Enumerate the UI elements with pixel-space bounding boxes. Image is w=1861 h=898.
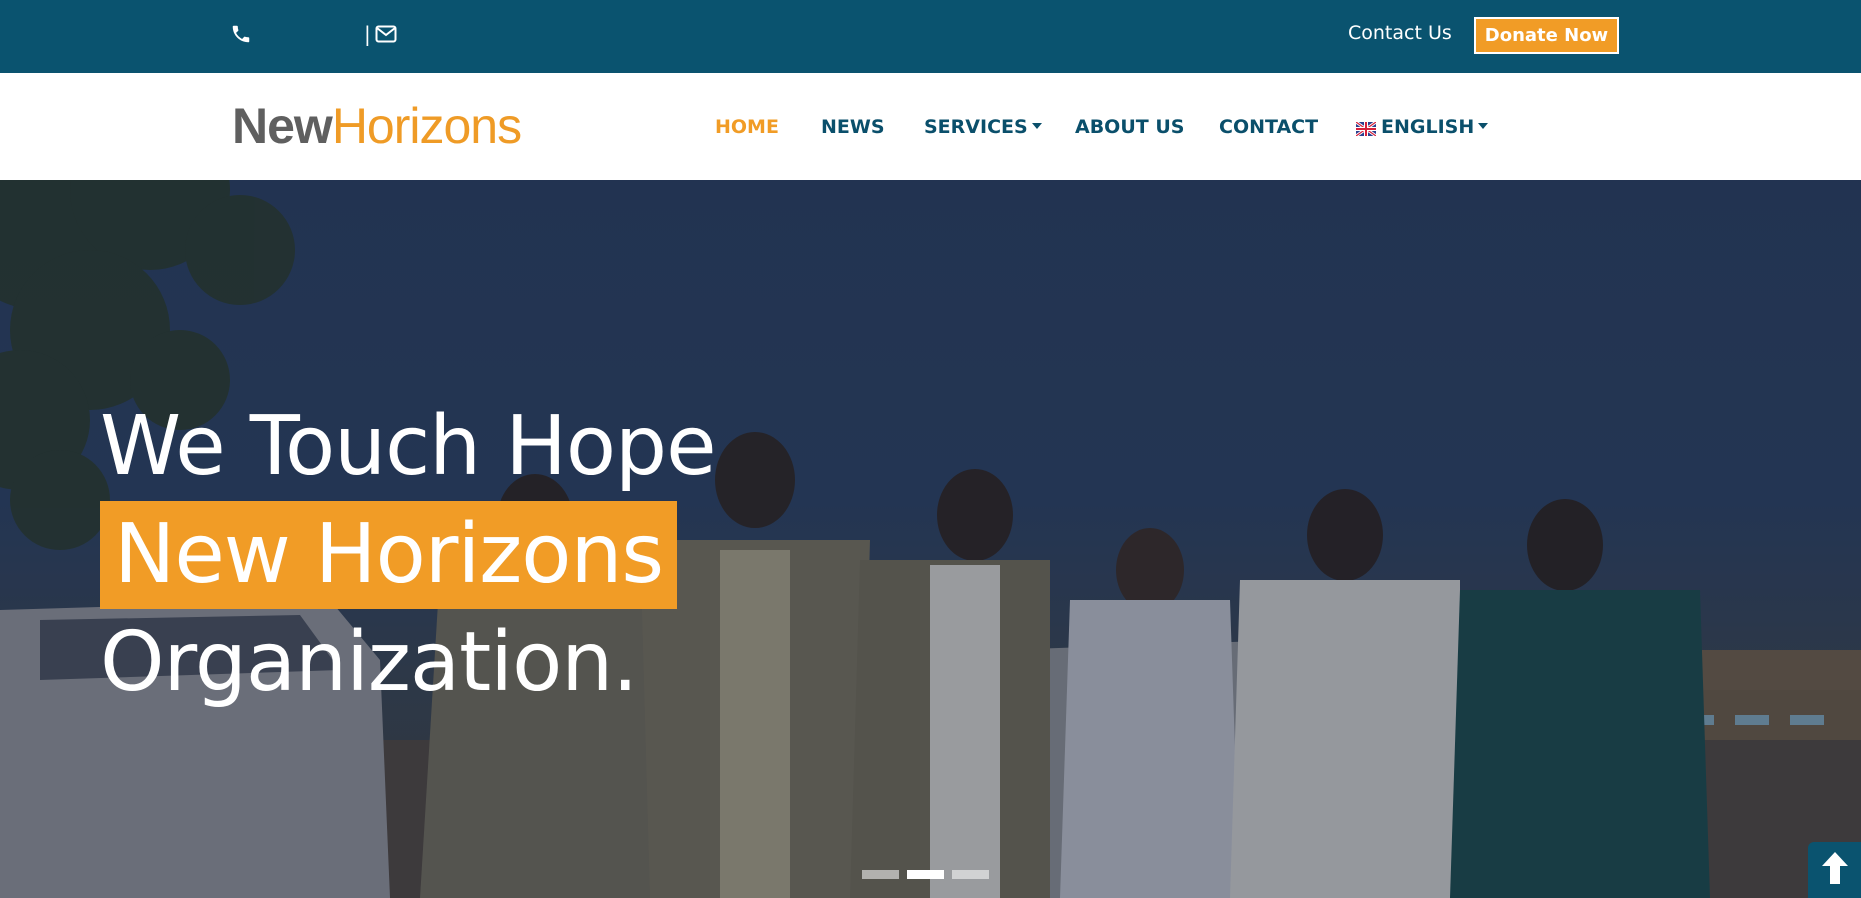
nav-menu: HOME NEWS SERVICES ABOUT US CONTACT ENGL… [0,73,1861,180]
nav-item-language[interactable]: ENGLISH [1355,116,1489,138]
contact-info: | [230,20,397,48]
nav-item-label: SERVICES [924,116,1028,138]
nav-item-label: NEWS [821,116,885,138]
donate-now-button[interactable]: Donate Now [1474,17,1619,54]
nav-item-contact[interactable]: CONTACT [1219,116,1318,138]
carousel-indicators [862,870,989,879]
hero-heading: We Touch Hope New Horizons Organization. [100,393,717,717]
scroll-to-top-button[interactable] [1808,842,1861,898]
envelope-icon[interactable] [375,25,397,43]
arrow-up-icon [1818,850,1852,890]
hero-line-1: We Touch Hope [100,399,717,494]
nav-item-services[interactable]: SERVICES [924,116,1042,138]
nav-item-news[interactable]: NEWS [821,116,885,138]
nav-item-about-us[interactable]: ABOUT US [1075,116,1184,138]
contact-divider: | [364,22,371,46]
nav-item-label: HOME [715,116,779,138]
nav-item-label: ABOUT US [1075,116,1185,138]
carousel-indicator-3[interactable] [952,870,989,879]
uk-flag-icon [1355,119,1377,138]
nav-item-home[interactable]: HOME [715,116,779,138]
hero-highlight-text: New Horizons [100,501,678,609]
hero-line-3: Organization. [100,615,638,710]
carousel-indicator-2[interactable] [907,870,944,879]
hero-carousel: We Touch Hope New Horizons Organization. [0,180,1861,898]
nav-item-label: CONTACT [1219,116,1319,138]
contact-us-link[interactable]: Contact Us [1348,22,1452,44]
carousel-indicator-1[interactable] [862,870,899,879]
chevron-down-icon [1031,123,1042,129]
nav-item-label: ENGLISH [1381,116,1475,138]
phone-icon[interactable] [230,23,252,45]
chevron-down-icon [1478,123,1489,129]
top-bar: | Contact Us Donate Now [0,0,1861,73]
main-navbar: NewHorizons HOME NEWS SERVICES ABOUT US … [0,73,1861,180]
